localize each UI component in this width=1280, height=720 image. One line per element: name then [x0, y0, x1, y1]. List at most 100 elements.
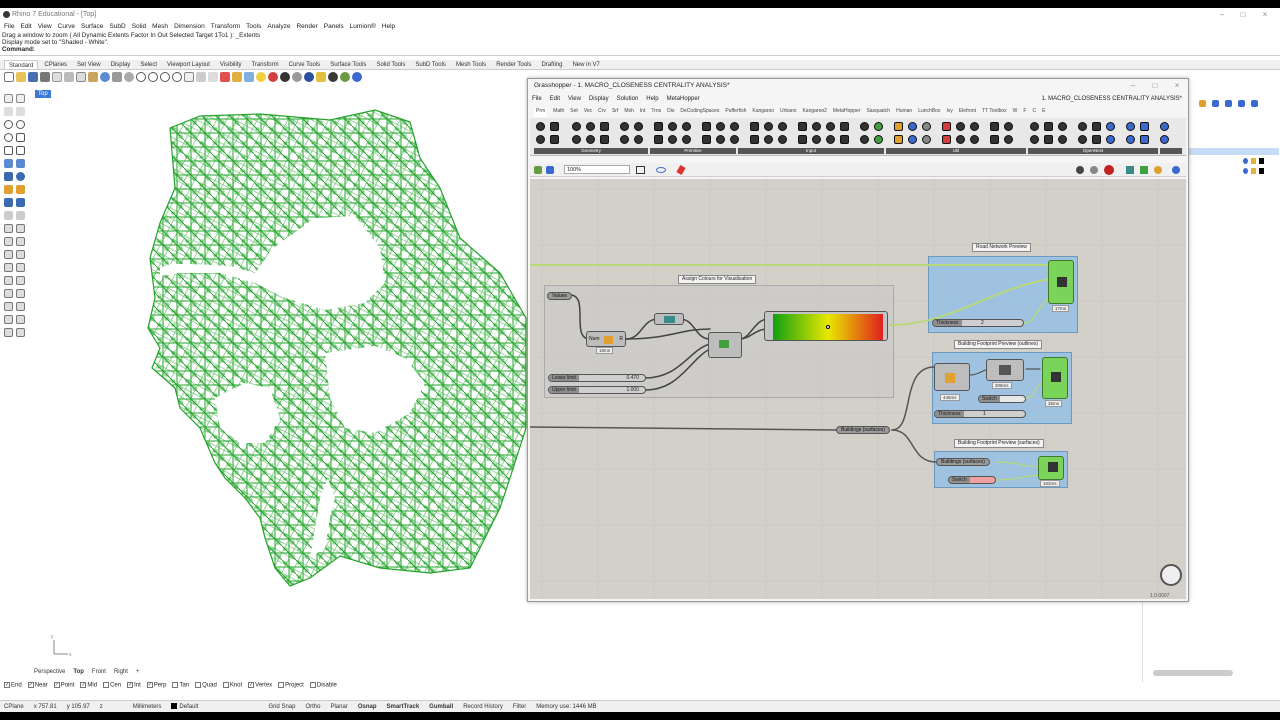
gh-minimize-icon[interactable]: – [1128, 81, 1138, 91]
array-icon[interactable] [4, 250, 13, 259]
component-button-icon[interactable] [1126, 122, 1135, 131]
gh-tab-decodingspaces[interactable]: DeCodingSpaces [680, 108, 719, 117]
gradient-legend[interactable] [764, 311, 888, 341]
osnap-project[interactable]: Project [278, 682, 304, 689]
gh-menu-file[interactable]: File [532, 96, 542, 102]
component-button-icon[interactable] [572, 122, 581, 131]
smarttrack-toggle[interactable]: SmartTrack [386, 701, 419, 712]
ribbon-group-primitive[interactable]: Primitive [650, 148, 736, 154]
zoom-selected-icon[interactable] [172, 72, 182, 82]
component-button-icon[interactable] [620, 135, 629, 144]
component-button-icon[interactable] [730, 122, 739, 131]
gh-tab-w[interactable]: W [1013, 108, 1018, 117]
component-button-icon[interactable] [682, 135, 691, 144]
gh-tab-ivy[interactable]: Ivy [946, 108, 952, 117]
trim-icon[interactable] [4, 211, 13, 220]
osnap-vertex[interactable]: ✓ Vertex [248, 682, 272, 689]
subd-icon[interactable] [16, 185, 25, 194]
component-button-icon[interactable] [1004, 122, 1013, 131]
component-button-icon[interactable] [970, 122, 979, 131]
component-button-icon[interactable] [586, 122, 595, 131]
checkbox[interactable]: ✓ [4, 682, 10, 688]
buildings-surfaces-param[interactable]: Buildings (surfaces) [836, 426, 890, 434]
osnap-perp[interactable]: ✓ Perp [146, 682, 166, 689]
component-button-icon[interactable] [1126, 135, 1135, 144]
osnap-mid[interactable]: ✓ Mid [80, 682, 97, 689]
render-globe-icon[interactable] [340, 72, 350, 82]
component-button-icon[interactable] [1004, 135, 1013, 144]
gh-tab-tt-toolbox[interactable]: TT Toolbox [982, 108, 1007, 117]
menu-edit[interactable]: Edit [20, 22, 31, 32]
checkbox[interactable] [103, 682, 110, 688]
checkbox[interactable] [172, 682, 179, 688]
component-button-icon[interactable] [1140, 135, 1149, 144]
component-button-icon[interactable] [668, 122, 677, 131]
component-button-icon[interactable] [1078, 122, 1087, 131]
ribbon-group-opennest[interactable]: OpenNest [1028, 148, 1158, 154]
upper-limit-slider[interactable]: Upper limit 1.000 [548, 386, 646, 394]
layer-color-icon[interactable] [1259, 168, 1264, 174]
checkbox[interactable]: ✓ [127, 682, 134, 688]
tab-curve-tools[interactable]: Curve Tools [285, 60, 325, 69]
tab-set-view[interactable]: Set View [73, 60, 105, 69]
gh-maximize-icon[interactable]: □ [1150, 81, 1160, 91]
tools-icon[interactable] [316, 72, 326, 82]
component-button-icon[interactable] [764, 122, 773, 131]
values-param[interactable]: Values [547, 292, 572, 300]
tab-drafting[interactable]: Drafting [537, 60, 566, 69]
preview-eye-icon[interactable] [656, 167, 666, 173]
rotate-icon[interactable] [4, 237, 13, 246]
component-button-icon[interactable] [970, 135, 979, 144]
arc-icon[interactable] [16, 120, 25, 129]
switch-toggle-surfaces[interactable]: Switch [948, 476, 996, 484]
check-icon[interactable] [16, 276, 25, 285]
osnap-toggle[interactable]: Osnap [358, 701, 377, 712]
tab-mesh-tools[interactable]: Mesh Tools [452, 60, 490, 69]
planar-toggle[interactable]: Planar [330, 701, 347, 712]
paste-icon[interactable] [88, 72, 98, 82]
viewport-tab-right[interactable]: Right [114, 669, 128, 675]
ribbon-group-input[interactable]: Input [738, 148, 884, 154]
tab-new-in-v7[interactable]: New in V7 [568, 60, 603, 69]
gh-tab-kangaroo[interactable]: Kangaroo [752, 108, 774, 117]
open-file-icon[interactable] [16, 72, 26, 82]
surface-icon[interactable] [4, 159, 13, 168]
component-button-icon[interactable] [600, 135, 609, 144]
tab-render-tools[interactable]: Render Tools [492, 60, 535, 69]
zoom-extents-icon[interactable] [160, 72, 170, 82]
mesh-preview-icon[interactable] [1140, 166, 1148, 174]
component-button-icon[interactable] [1058, 135, 1067, 144]
gh-tab-vec[interactable]: Vec [584, 108, 592, 117]
gradient-grip-icon[interactable] [826, 325, 830, 329]
menu-file[interactable]: File [4, 22, 14, 32]
gh-menu-metahopper[interactable]: MetaHopper [667, 96, 700, 102]
osnap-knot[interactable]: Knot [222, 682, 242, 689]
component-button-icon[interactable] [1044, 122, 1053, 131]
fillet-icon[interactable] [16, 198, 25, 207]
ungroup-icon[interactable] [16, 302, 25, 311]
polyline-icon[interactable] [4, 107, 13, 116]
component-button-icon[interactable] [1092, 122, 1101, 131]
gh-tab-int[interactable]: Int [640, 108, 646, 117]
gh-tab-c[interactable]: C [1032, 108, 1036, 117]
ortho-toggle[interactable]: Ortho [305, 701, 320, 712]
gh-tab-kangaroo2[interactable]: Kangaroo2 [802, 108, 826, 117]
light-icon[interactable] [256, 72, 266, 82]
group-icon[interactable] [4, 302, 13, 311]
checkbox[interactable] [278, 682, 285, 688]
gh-canvas[interactable]: Assign Colours for Visualisation Road Ne… [530, 179, 1186, 599]
component-button-icon[interactable] [682, 122, 691, 131]
extrude-icon[interactable] [16, 159, 25, 168]
viewport-tab-top[interactable]: Top [73, 669, 84, 675]
mirror-icon[interactable] [16, 250, 25, 259]
units-label[interactable]: Millimeters [133, 701, 162, 712]
analyze-icon[interactable] [4, 276, 13, 285]
gh-tab-lunchbox[interactable]: LunchBox [918, 108, 940, 117]
tab-surface-tools[interactable]: Surface Tools [326, 60, 370, 69]
menu-curve[interactable]: Curve [58, 22, 75, 32]
component-button-icon[interactable] [956, 122, 965, 131]
thickness-slider-outlines[interactable]: Thickness 1 [934, 410, 1026, 418]
custom-preview-outlines[interactable] [1042, 357, 1068, 399]
component-button-icon[interactable] [1140, 122, 1149, 131]
menu-subd[interactable]: SubD [109, 22, 125, 32]
